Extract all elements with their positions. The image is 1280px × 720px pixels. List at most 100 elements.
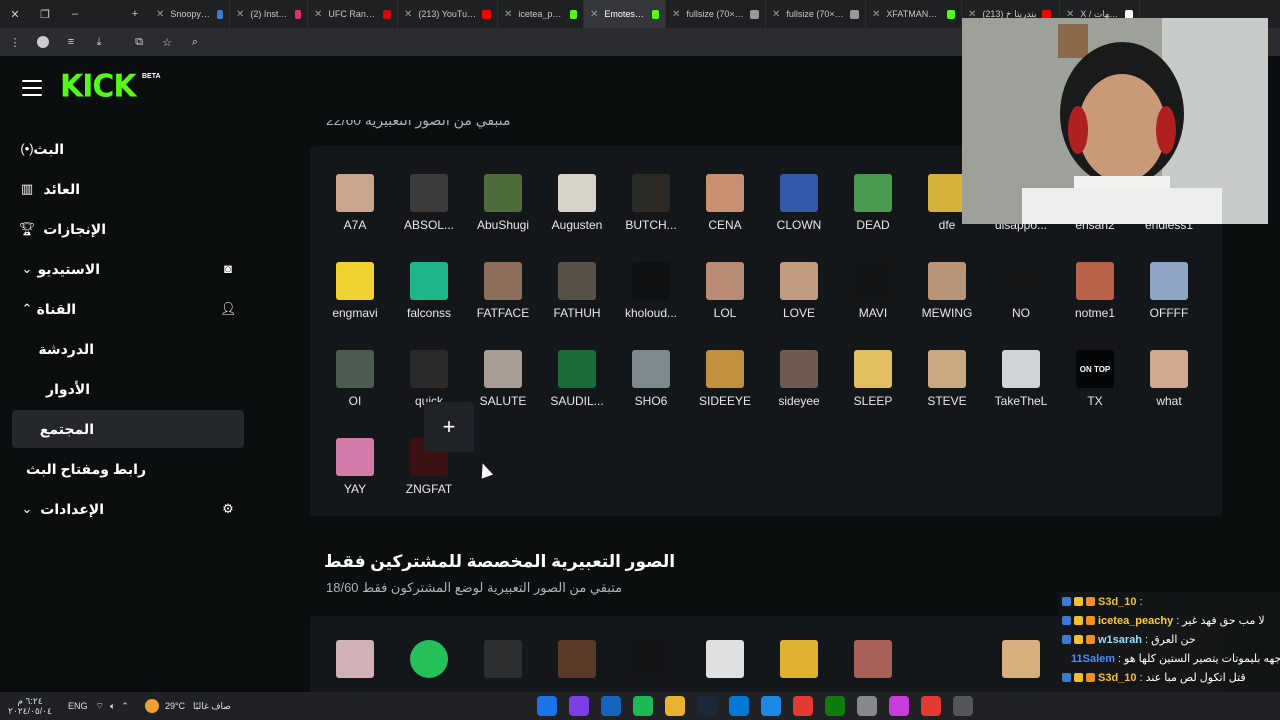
sidebar-item-community[interactable]: المجتمع <box>12 410 244 448</box>
window-restore-icon[interactable]: ❐ <box>30 8 60 21</box>
emote-tile[interactable]: SIDEEYE <box>688 332 762 412</box>
download-icon[interactable]: ⤓ <box>90 33 108 51</box>
emote-tile[interactable]: AbuShugi <box>466 156 540 236</box>
emote-tile[interactable]: OFFFF <box>1132 244 1206 324</box>
add-emote-button[interactable]: + <box>424 402 474 452</box>
browser-tab[interactable]: ✕ Emotes - Kick <box>584 0 666 28</box>
browser-tab[interactable]: ✕ fullsize (70×70) <box>666 0 766 28</box>
sidebar-item-roles[interactable]: الأدوار <box>12 370 244 408</box>
emote-tile[interactable]: LOVE <box>762 244 836 324</box>
sidebar-item-studio[interactable]: ⌄ الاستيديو ◙ <box>12 250 244 288</box>
browser-tab[interactable]: ✕ (213) YouTube <box>398 0 498 28</box>
browser-tab[interactable]: ✕ UFC Rankings <box>308 0 398 28</box>
browser-tab[interactable]: ✕ XFATMAN31 St <box>866 0 962 28</box>
taskbar-app-icon[interactable] <box>888 696 909 716</box>
kick-logo[interactable]: KICK <box>60 68 137 105</box>
menu-dots-icon[interactable]: ⋮ <box>6 33 24 51</box>
bookmark-star-icon[interactable]: ☆ <box>158 33 176 51</box>
emote-tile[interactable]: falconss <box>392 244 466 324</box>
emote-tile[interactable]: STEVE <box>910 332 984 412</box>
tab-close-icon[interactable]: ✕ <box>772 9 780 20</box>
emote-tile[interactable]: MEWING <box>910 244 984 324</box>
emote-tile[interactable]: notme1 <box>1058 244 1132 324</box>
tray-expand-icon[interactable]: ⌃ <box>121 701 129 712</box>
browser-tab[interactable]: ✕ Snoopy Mad G <box>150 0 230 28</box>
subscriber-emote-tile[interactable] <box>336 640 374 678</box>
taskbar-app-icon[interactable] <box>792 696 813 716</box>
browser-tab[interactable]: ✕ (2) Instagram <box>230 0 308 28</box>
emote-tile[interactable]: YAY <box>318 420 392 500</box>
chat-username[interactable]: w1sarah <box>1098 634 1142 646</box>
sidebar-item-settings[interactable]: ⌄ الإعدادات ⚙ <box>12 490 244 528</box>
emote-tile[interactable]: Augusten <box>540 156 614 236</box>
emote-tile[interactable]: sideyee <box>762 332 836 412</box>
emote-tile[interactable]: BUTCH... <box>614 156 688 236</box>
sidebar-item-achievements[interactable]: 🏆︎ الإنجازات <box>12 210 244 248</box>
taskbar-app-icon[interactable] <box>824 696 845 716</box>
tab-close-icon[interactable]: ✕ <box>672 9 680 20</box>
subscriber-emote-tile[interactable] <box>1002 640 1040 678</box>
sidebar-item-stream-key[interactable]: رابط ومفتاح البث <box>12 450 244 488</box>
taskbar-app-icon[interactable] <box>920 696 941 716</box>
taskbar-app-icon[interactable] <box>856 696 877 716</box>
tab-close-icon[interactable]: ✕ <box>590 9 598 20</box>
emote-tile[interactable]: engmavi <box>318 244 392 324</box>
taskbar-app-icon[interactable] <box>696 696 717 716</box>
subscriber-emote-tile[interactable] <box>928 640 966 678</box>
chat-username[interactable]: 11Salem <box>1071 653 1115 665</box>
emote-tile[interactable]: MAVI <box>836 244 910 324</box>
sidebar-item-stream[interactable]: (•) البث <box>12 130 244 168</box>
emote-tile[interactable]: kholoud... <box>614 244 688 324</box>
subscriber-emote-tile[interactable] <box>410 640 448 678</box>
emote-tile[interactable]: SAUDIL... <box>540 332 614 412</box>
chat-username[interactable]: S3d_10 <box>1098 596 1137 608</box>
emote-tile[interactable]: NO <box>984 244 1058 324</box>
browser-tab[interactable]: ✕ icetea_peachy <box>498 0 584 28</box>
sidebar-item-chat[interactable]: الدردشة <box>12 330 244 368</box>
hamburger-menu-icon[interactable] <box>22 80 42 96</box>
emote-tile[interactable]: FATFACE <box>466 244 540 324</box>
window-minimize-icon[interactable]: – <box>60 8 90 20</box>
taskbar-app-icon[interactable] <box>600 696 621 716</box>
subscriber-emote-tile[interactable] <box>484 640 522 678</box>
emote-tile[interactable]: TakeTheL <box>984 332 1058 412</box>
tab-close-icon[interactable]: ✕ <box>236 9 244 20</box>
emote-tile[interactable]: ON TOP TX <box>1058 332 1132 412</box>
emote-tile[interactable]: SHO6 <box>614 332 688 412</box>
tab-close-icon[interactable]: ✕ <box>156 9 164 20</box>
emote-tile[interactable]: DEAD <box>836 156 910 236</box>
tab-close-icon[interactable]: ✕ <box>314 9 322 20</box>
taskbar-app-icon[interactable] <box>728 696 749 716</box>
emote-tile[interactable]: CLOWN <box>762 156 836 236</box>
emote-tile[interactable]: LOL <box>688 244 762 324</box>
new-tab-button[interactable]: + <box>120 8 150 20</box>
tab-close-icon[interactable]: ✕ <box>404 9 412 20</box>
wifi-icon[interactable]: ⌔ <box>96 701 104 712</box>
taskbar-app-icon[interactable] <box>632 696 653 716</box>
window-close-icon[interactable]: ✕ <box>0 8 30 21</box>
language-indicator[interactable]: ENG <box>68 701 88 711</box>
taskbar-app-icon[interactable] <box>568 696 589 716</box>
clock[interactable]: ٦:٢٤ م ٢٠٢٤/٠٥/٠٤ <box>0 696 60 716</box>
volume-icon[interactable]: 🔈︎ <box>110 701 115 712</box>
profile-avatar-icon[interactable] <box>34 33 52 51</box>
emote-tile[interactable]: A7A <box>318 156 392 236</box>
browser-tab[interactable]: ✕ fullsize (70×70) <box>766 0 866 28</box>
taskbar-app-icon[interactable] <box>760 696 781 716</box>
sidebar-item-channel[interactable]: ⌃ القناة 👤︎ <box>12 290 244 328</box>
chat-username[interactable]: icetea_peachy <box>1098 615 1173 627</box>
tab-close-icon[interactable]: ✕ <box>872 9 880 20</box>
emote-tile[interactable]: SALUTE <box>466 332 540 412</box>
emote-tile[interactable]: what <box>1132 332 1206 412</box>
subscriber-emote-tile[interactable] <box>632 640 670 678</box>
subscriber-emote-tile[interactable] <box>780 640 818 678</box>
emote-tile[interactable]: FATHUH <box>540 244 614 324</box>
emote-tile[interactable]: CENA <box>688 156 762 236</box>
taskbar-app-icon[interactable] <box>664 696 685 716</box>
emote-tile[interactable]: SLEEP <box>836 332 910 412</box>
emote-tile[interactable]: OI <box>318 332 392 412</box>
subscriber-emote-tile[interactable] <box>854 640 892 678</box>
weather-icon[interactable] <box>144 699 159 713</box>
sidebar-item-revenue[interactable]: ▥ العائد <box>12 170 244 208</box>
extensions-icon[interactable]: ⧉ <box>130 33 148 51</box>
